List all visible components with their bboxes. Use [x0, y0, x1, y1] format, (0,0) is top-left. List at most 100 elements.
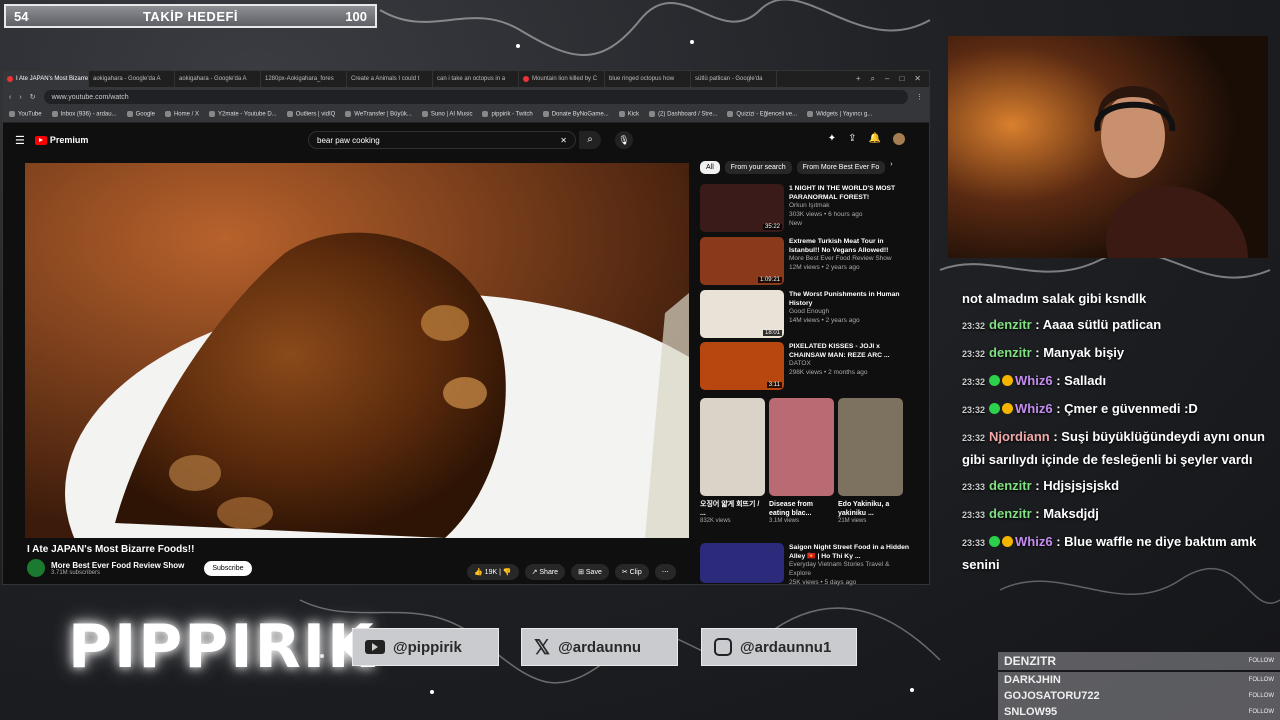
bookmark[interactable]: Google: [127, 111, 155, 118]
recommended-video[interactable]: 35:22 1 NIGHT IN THE WORLD'S MOST PARANO…: [700, 184, 910, 232]
extensions-icon[interactable]: ⋮: [916, 93, 923, 101]
browser-tab[interactable]: aokigahara - Google'da A: [89, 71, 175, 87]
address-bar-row: ‹ › ↻ www.youtube.com/watch ⋮: [3, 87, 929, 107]
bookmark[interactable]: Quizizi - Eğlenceli ve...: [727, 111, 797, 118]
save-button[interactable]: ⊞ Save: [571, 564, 609, 580]
chat-message: 23:33 denzitr : Hdjsjsjsjskd: [962, 478, 1120, 493]
chip-all[interactable]: All: [700, 161, 720, 174]
badge-icon: [1002, 403, 1014, 414]
bookmark[interactable]: Inbox (936) - ardau...: [52, 111, 117, 118]
more-button[interactable]: ⋯: [654, 564, 676, 580]
youtube-icon: [365, 640, 385, 654]
chat-message: 23:33 denzitr : Maksdjdj: [962, 506, 1099, 521]
browser-tab[interactable]: Create a Animals I could t: [347, 71, 433, 87]
video-player[interactable]: [25, 163, 689, 538]
recommended-video[interactable]: Saigon Night Street Food in a Hidden All…: [700, 543, 910, 588]
browser-tab[interactable]: 1280px-Aokigahara_fores: [261, 71, 347, 87]
follower-row: DENZITR FOLLOW: [998, 652, 1280, 670]
subscriber-count: 3.71M subscribers: [51, 569, 101, 576]
badge-icon: [1002, 536, 1014, 547]
social-youtube: @pippirik: [352, 628, 499, 666]
badge-icon: [989, 536, 1001, 547]
bookmark[interactable]: Home / X: [165, 111, 199, 118]
url-field[interactable]: www.youtube.com/watch: [43, 90, 908, 104]
clear-search-icon[interactable]: ✕: [560, 136, 567, 145]
youtube-logo[interactable]: Premium: [34, 135, 88, 145]
bookmark[interactable]: Outliers | vidIQ: [287, 111, 336, 118]
reload-icon[interactable]: ↻: [30, 93, 36, 101]
subscribe-button[interactable]: Subscribe: [204, 560, 252, 576]
bookmark[interactable]: Suno | AI Music: [422, 111, 473, 118]
chat-message: 23:32 denzitr : Manyak bişiy: [962, 345, 1125, 360]
video-thumbnail[interactable]: [700, 543, 784, 583]
browser-tab[interactable]: I Ate JAPAN's Most Bizarre: [3, 71, 89, 87]
streamer-logo: PIPPIRIK: [68, 612, 376, 682]
badge-icon: [1002, 375, 1014, 386]
browser-tab[interactable]: Mountain lion killed by C: [519, 71, 605, 87]
short-item[interactable]: Edo Yakiniku, a yakiniku ... 21M views: [838, 398, 903, 524]
goal-label: TAKİP HEDEFİ: [142, 8, 239, 24]
bookmark[interactable]: WeTransfer | Büyük...: [345, 111, 412, 118]
bookmark[interactable]: Donate ByNoGame...: [543, 111, 609, 118]
bookmark[interactable]: (2) Dashboard / Stre...: [649, 111, 717, 118]
chip-from-channel[interactable]: From More Best Ever Fo: [796, 161, 886, 174]
bookmark[interactable]: Y2mate - Youtube D...: [209, 111, 277, 118]
filter-chips: All From your search From More Best Ever…: [700, 161, 893, 174]
recommended-video[interactable]: 1:09:21 Extreme Turkish Meat Tour in Ist…: [700, 237, 910, 285]
follower-row: GOJOSATORU722 FOLLOW: [998, 688, 1280, 704]
sparkle-dot: [690, 40, 694, 44]
cast-icon[interactable]: ✦: [828, 133, 836, 145]
x-icon: 𝕏: [534, 636, 551, 659]
tab-strip: I Ate JAPAN's Most Bizarre aokigahara - …: [3, 71, 929, 87]
browser-tab[interactable]: sütlü patlican - Google'da: [691, 71, 777, 87]
mic-icon[interactable]: 🎙: [615, 131, 633, 149]
forward-icon[interactable]: ›: [19, 94, 21, 101]
chip-from-search[interactable]: From your search: [724, 161, 792, 174]
chat-message: 23:32 denzitr : Aaaa sütlü patlican: [962, 317, 1162, 332]
bookmark[interactable]: YouTube: [9, 111, 42, 118]
video-thumbnail[interactable]: 3:11: [700, 342, 784, 390]
maximize-icon[interactable]: □: [899, 74, 904, 84]
bookmarks-bar: YouTube Inbox (936) - ardau... Google Ho…: [3, 107, 929, 123]
video-thumbnail[interactable]: 18:01: [700, 290, 784, 338]
minimize-icon[interactable]: –: [885, 74, 889, 84]
like-button[interactable]: 👍 19K | 👎: [467, 564, 519, 580]
video-frame-bear-paw: [25, 163, 689, 538]
short-item[interactable]: Disease from eating blac... 3.1M views: [769, 398, 834, 524]
short-item[interactable]: 오징어 얇게 회뜨기 / ... 832K views: [700, 398, 765, 524]
browser-tab[interactable]: aokigahara - Google'da A: [175, 71, 261, 87]
video-thumbnail[interactable]: 1:09:21: [700, 237, 784, 285]
search-tabs-icon[interactable]: ⌕: [871, 74, 875, 84]
new-tab-icon[interactable]: +: [856, 74, 861, 84]
chat-box: not almadım salak gibi ksndlk 23:32 denzi…: [962, 288, 1270, 580]
badge-icon: [989, 375, 1001, 386]
bell-icon[interactable]: 🔔: [869, 133, 881, 145]
chevron-right-icon[interactable]: ›: [890, 161, 892, 174]
follower-row: SNLOW95 FOLLOW: [998, 704, 1280, 720]
browser-tab[interactable]: can i take an octopus in a: [433, 71, 519, 87]
channel-avatar[interactable]: [27, 559, 45, 577]
video-thumbnail[interactable]: 35:22: [700, 184, 784, 232]
avatar[interactable]: [893, 133, 905, 145]
recommended-video[interactable]: 3:11 PIXELATED KISSES - JOJI x CHAINSAW …: [700, 342, 910, 390]
upload-icon[interactable]: ⇪: [848, 133, 856, 145]
clip-button[interactable]: ✂ Clip: [614, 564, 649, 580]
bookmark[interactable]: Widgets | Yayıncı g...: [807, 111, 872, 118]
goal-target: 100: [345, 8, 367, 24]
channel-name[interactable]: More Best Ever Food Review Show: [51, 561, 184, 570]
browser-tab[interactable]: blue ringed octopus how: [605, 71, 691, 87]
menu-icon[interactable]: ☰: [15, 134, 25, 147]
back-icon[interactable]: ‹: [9, 94, 11, 101]
bookmark[interactable]: pippirik - Twitch: [482, 111, 532, 118]
recommended-video[interactable]: 18:01 The Worst Punishments in Human His…: [700, 290, 910, 338]
search-button[interactable]: ⌕: [579, 131, 601, 149]
search-input[interactable]: bear paw cooking ✕: [308, 131, 576, 149]
chat-message: 23:32 Whiz6 : Çmer e güvenmedi :D: [962, 401, 1198, 416]
bookmark[interactable]: Kick: [619, 111, 639, 118]
share-button[interactable]: ↗ Share: [524, 564, 566, 580]
stream-overlay: 54 TAKİP HEDEFİ 100 I Ate JAPAN's Most B…: [0, 0, 1280, 720]
chat-message: not almadım salak gibi ksndlk: [962, 291, 1147, 306]
chat-message: 23:32 Whiz6 : Salladı: [962, 373, 1107, 388]
close-icon[interactable]: ✕: [914, 74, 921, 84]
channel-row: More Best Ever Food Review Show 3.71M su…: [27, 559, 252, 577]
